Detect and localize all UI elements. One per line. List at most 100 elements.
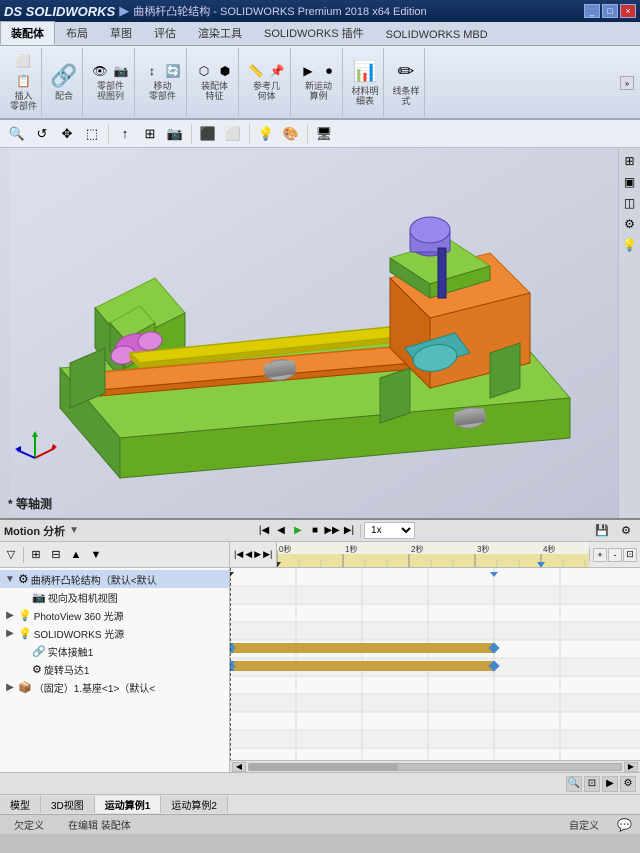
view-arrow-icon[interactable]: ↑ [114, 123, 136, 145]
animation-options-button[interactable]: ⚙ [616, 523, 636, 539]
view-section-icon[interactable]: ⊞ [139, 123, 161, 145]
window-controls[interactable]: _ □ × [584, 4, 636, 18]
time-prev-frame-btn[interactable]: ◀ [245, 549, 252, 560]
play-button[interactable]: ▶ [290, 523, 306, 539]
tree-motor-item[interactable]: ⚙ 旋转马达1 [0, 660, 229, 678]
tree-camera-item[interactable]: 📷 视向及相机视图 [0, 588, 229, 606]
motion-icon-3[interactable]: ▶ [602, 776, 618, 792]
motion-play-icon[interactable]: ▶ [299, 62, 317, 80]
filter-icon[interactable]: ▽ [2, 546, 20, 564]
root-expand-icon[interactable]: ▼ [4, 574, 16, 585]
contact-icon: 🔗 [32, 645, 46, 658]
mate-icon[interactable]: 🔗 [50, 62, 78, 90]
swlight-expand-icon[interactable]: ▶ [4, 628, 16, 639]
ref-icon1[interactable]: 📏 [247, 62, 265, 80]
viewport[interactable]: * 等轴测 ⊞ ▣ ◫ ⚙ 💡 [0, 148, 640, 518]
motion-icon-1[interactable]: 🔍 [566, 776, 582, 792]
line-style-icon[interactable]: ✏ [392, 57, 420, 85]
tree-contact-item[interactable]: 🔗 实体接触1 [0, 642, 229, 660]
view-lights-icon[interactable]: 💡 [255, 123, 277, 145]
minimize-button[interactable]: _ [584, 4, 600, 18]
base-expand-icon[interactable]: ▶ [4, 682, 16, 693]
filter-down-icon[interactable]: ▼ [87, 546, 105, 564]
insert-sub-icon[interactable]: 📋 [15, 72, 33, 90]
tl-zoom-in-btn[interactable]: + [593, 548, 607, 562]
goto-end-button[interactable]: ▶| [341, 523, 357, 539]
view-wireframe-icon[interactable]: ⬜ [222, 123, 244, 145]
stop-button[interactable]: ■ [307, 523, 323, 539]
goto-start-button[interactable]: |◀ [256, 523, 272, 539]
comp-view-icon[interactable]: 📷 [112, 62, 130, 80]
close-button[interactable]: × [620, 4, 636, 18]
show-hide-icon[interactable]: 👁 [91, 62, 109, 80]
tab-layout[interactable]: 布局 [55, 21, 99, 45]
save-animation-button[interactable]: 💾 [592, 523, 612, 539]
move-icon[interactable]: ↕ [143, 62, 161, 80]
ref-icon2[interactable]: 📌 [268, 62, 286, 80]
speed-selector[interactable]: 1x 0.25x 0.5x 2x 4x [364, 522, 415, 539]
tab-evaluate[interactable]: 评估 [143, 21, 187, 45]
tab-sw-mbd[interactable]: SOLIDWORKS MBD [375, 25, 499, 45]
material-icon[interactable]: 📊 [351, 57, 379, 85]
time-goto-end-btn[interactable]: ▶| [263, 549, 272, 560]
timeline-ruler[interactable]: 0秒 1秒 2秒 3秒 4秒 5秒 [277, 542, 589, 567]
time-goto-start-btn[interactable]: |◀ [234, 549, 243, 560]
maximize-button[interactable]: □ [602, 4, 618, 18]
filter-up-icon[interactable]: ▲ [67, 546, 85, 564]
tree-swlight-item[interactable]: ▶ 💡 SOLIDWORKS 光源 [0, 624, 229, 642]
rp-icon-4[interactable]: ⚙ [621, 215, 639, 233]
motion-panel: Motion 分析 ▼ |◀ ◀ ▶ ■ ▶▶ ▶| 1x 0.25x 0.5x… [0, 518, 640, 794]
tree-base-item[interactable]: ▶ 📦 （固定）1.基座<1>（默认< [0, 678, 229, 696]
scroll-left-button[interactable]: ◀ [232, 762, 246, 772]
forward-button[interactable]: ▶▶ [324, 523, 340, 539]
statusbar: 欠定义 在编辑 装配体 自定义 💬 [0, 814, 640, 834]
status-custom[interactable]: 自定义 [563, 817, 605, 832]
view-zoom-icon[interactable]: 🔍 [6, 123, 28, 145]
mate-label: 配合 [55, 92, 73, 102]
motion-panel-dropdown-icon[interactable]: ▼ [69, 525, 79, 536]
tl-zoom-out-btn[interactable]: - [608, 548, 622, 562]
tab-3dview[interactable]: 3D视图 [41, 796, 95, 813]
timeline-scrollbar[interactable]: ◀ ▶ [230, 760, 640, 772]
tab-assembly[interactable]: 装配体 [0, 21, 55, 45]
asm-feat-icon2[interactable]: ⬢ [216, 62, 234, 80]
view-display-style-icon[interactable]: ⬛ [197, 123, 219, 145]
motion-record-icon[interactable]: ⏺ [320, 62, 338, 80]
motion-icon-4[interactable]: ⚙ [620, 776, 636, 792]
view-rotate-icon[interactable]: ↺ [31, 123, 53, 145]
expand-all-icon[interactable]: ⊞ [27, 546, 45, 564]
asm-feat-icon1[interactable]: ⬡ [195, 62, 213, 80]
tab-model[interactable]: 模型 [0, 796, 41, 813]
insert-component-icon[interactable]: ⬜ [15, 52, 33, 70]
view-color-icon[interactable]: 🎨 [280, 123, 302, 145]
scrollbar-thumb[interactable] [248, 763, 622, 771]
tab-sw-plugins[interactable]: SOLIDWORKS 插件 [253, 21, 375, 45]
photoview-expand-icon[interactable]: ▶ [4, 610, 16, 621]
tab-motion1[interactable]: 运动算例1 [95, 796, 162, 813]
scroll-right-button[interactable]: ▶ [624, 762, 638, 772]
tab-render[interactable]: 渲染工具 [187, 21, 253, 45]
rp-icon-1[interactable]: ⊞ [621, 152, 639, 170]
tab-motion2[interactable]: 运动算例2 [161, 796, 228, 813]
tree-photoview-item[interactable]: ▶ 💡 PhotoView 360 光源 [0, 606, 229, 624]
view-camera-icon[interactable]: 📷 [164, 123, 186, 145]
collapse-all-icon[interactable]: ⊟ [47, 546, 65, 564]
tl-fit-btn[interactable]: ⊡ [623, 548, 637, 562]
view-monitor-icon[interactable]: 🖥 [313, 123, 335, 145]
timeline-tracks[interactable] [230, 568, 640, 760]
view-zoom-box-icon[interactable]: ⬚ [81, 123, 103, 145]
tab-sketch[interactable]: 草图 [99, 21, 143, 45]
contact-label: 实体接触1 [48, 644, 94, 659]
status-chat-icon[interactable]: 💬 [617, 818, 632, 832]
rewind-button[interactable]: ◀ [273, 523, 289, 539]
rp-icon-3[interactable]: ◫ [621, 194, 639, 212]
motion-icon-2[interactable]: ⊡ [584, 776, 600, 792]
ribbon-expand-icon[interactable]: » [620, 76, 634, 90]
rp-icon-5[interactable]: 💡 [621, 236, 639, 254]
expand-arrow[interactable]: ▶ [119, 3, 129, 19]
rp-icon-2[interactable]: ▣ [621, 173, 639, 191]
tree-root-item[interactable]: ▼ ⚙ 曲柄杆凸轮结构（默认<默认 [0, 570, 229, 588]
rotate-icon[interactable]: 🔄 [164, 62, 182, 80]
time-next-frame-btn[interactable]: ▶ [254, 549, 261, 560]
view-pan-icon[interactable]: ✥ [56, 123, 78, 145]
